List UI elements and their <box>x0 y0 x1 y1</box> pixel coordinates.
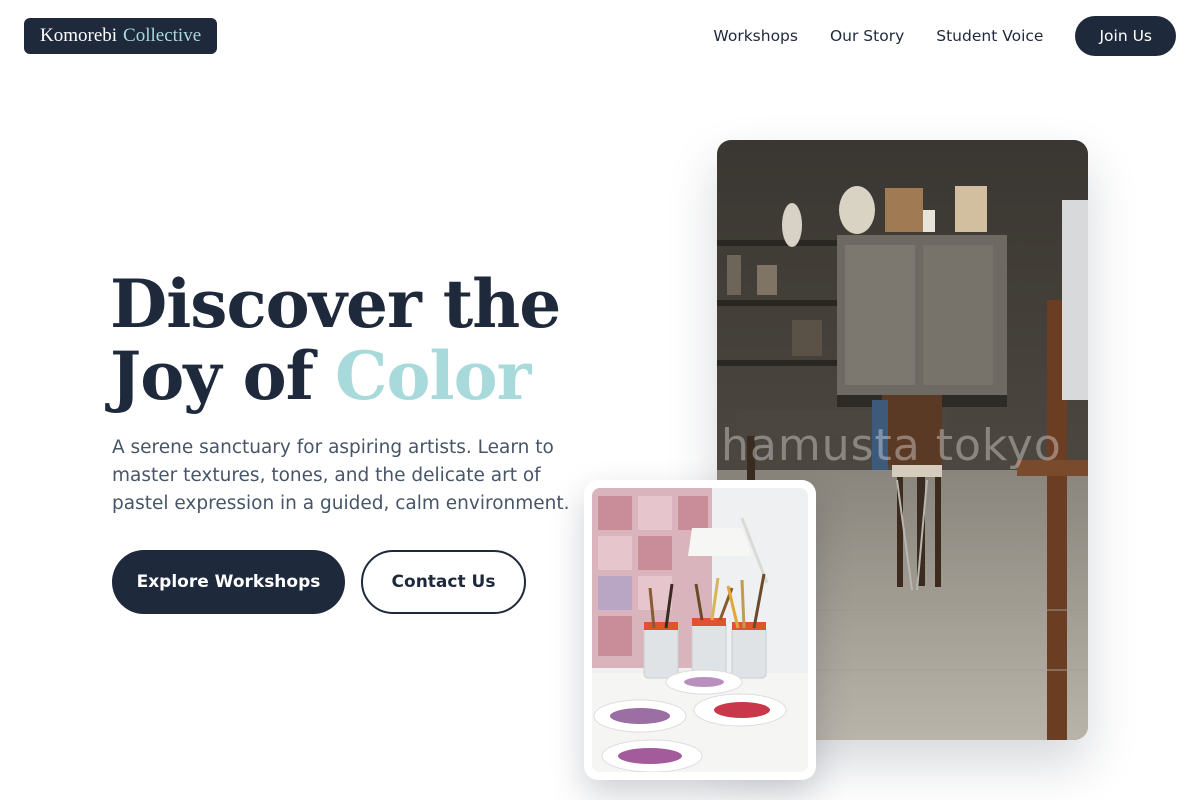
join-us-button[interactable]: Join Us <box>1075 16 1176 56</box>
nav-link-student-voice[interactable]: Student Voice <box>936 27 1043 45</box>
brushes-photo-frame <box>584 480 816 780</box>
photo-watermark: hamusta tokyo <box>721 420 1062 471</box>
brand-logo[interactable]: Komorebi Collective <box>24 18 218 54</box>
headline-line-1: Discover the <box>110 265 561 343</box>
brushes-photo <box>592 488 808 772</box>
hero-headline: Discover the Joy of Color <box>110 268 670 412</box>
headline-accent-word: Color <box>334 337 531 415</box>
explore-workshops-button[interactable]: Explore Workshops <box>112 550 345 614</box>
main-nav: Workshops Our Story Student Voice Join U… <box>713 16 1176 56</box>
brushes-illustration <box>592 488 808 772</box>
nav-link-workshops[interactable]: Workshops <box>713 27 798 45</box>
nav-link-our-story[interactable]: Our Story <box>830 27 904 45</box>
brand-name: Komorebi <box>40 25 118 46</box>
brand-accent: Collective <box>123 25 202 46</box>
hero-subtitle: A serene sanctuary for aspiring artists.… <box>112 437 570 514</box>
headline-line-2: Joy of <box>110 337 314 415</box>
contact-us-button[interactable]: Contact Us <box>361 550 526 614</box>
